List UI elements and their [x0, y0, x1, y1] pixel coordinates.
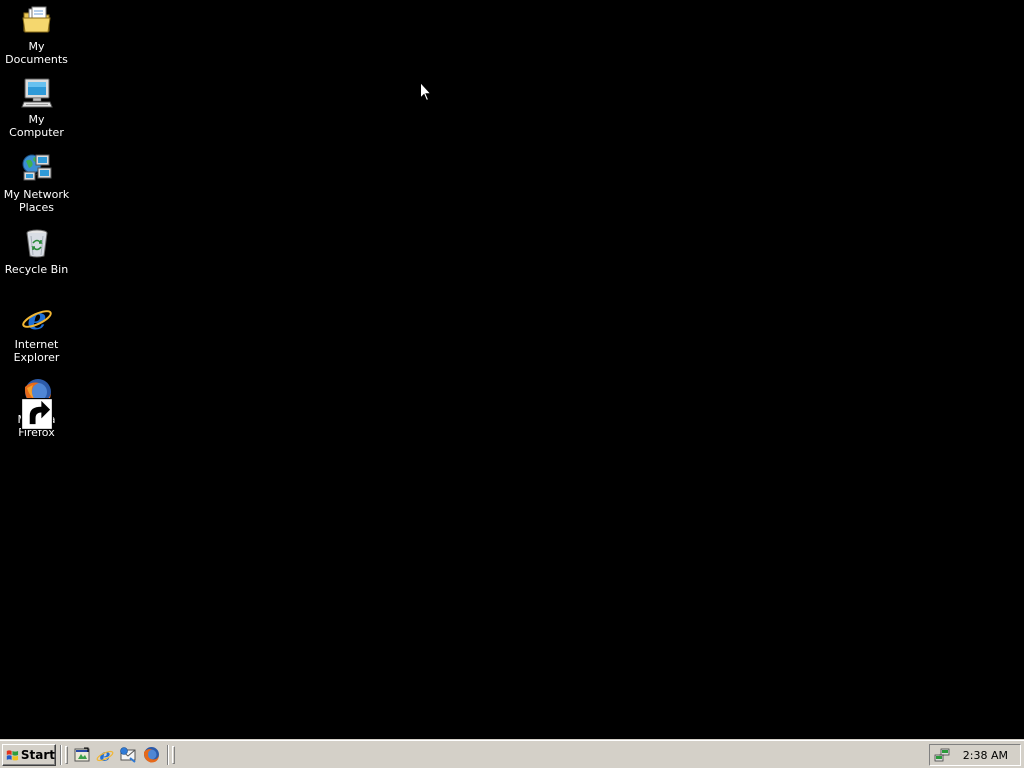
windows-logo-icon: [6, 750, 19, 761]
mouse-pointer-icon: [420, 82, 432, 102]
desktop-icon-my-computer[interactable]: My Computer: [0, 77, 73, 139]
desktop-icon-label: My Computer: [9, 113, 64, 139]
desktop-icon-label: Internet Explorer: [13, 338, 60, 364]
recycle-bin-icon: [21, 227, 53, 259]
network-places-icon: [21, 152, 53, 184]
desktop-icon-my-network-places[interactable]: My Network Places: [0, 152, 73, 214]
firefox-icon: [20, 377, 53, 430]
internet-explorer-icon: e: [96, 746, 114, 764]
show-desktop-icon: [74, 747, 90, 762]
desktop[interactable]: My Documents My Computer My Network Plac…: [0, 0, 1024, 740]
start-button[interactable]: Start: [2, 744, 56, 766]
desktop-icon-label: Recycle Bin: [4, 263, 69, 276]
quick-launch-show-desktop[interactable]: [73, 746, 91, 764]
clock[interactable]: 2:38 AM: [963, 749, 1008, 762]
folder-documents-icon: [21, 4, 53, 36]
quick-launch-grip[interactable]: [65, 746, 68, 764]
quick-launch-firefox[interactable]: [142, 746, 160, 764]
outlook-express-icon: [120, 747, 136, 763]
desktop-icon-internet-explorer[interactable]: e Internet Explorer: [0, 302, 73, 364]
taskbar: Start e 2:38 AM: [0, 739, 1024, 768]
task-area-grip[interactable]: [172, 746, 175, 764]
firefox-icon: [143, 747, 159, 763]
desktop-icon-my-documents[interactable]: My Documents: [0, 4, 73, 66]
quick-launch-internet-explorer[interactable]: e: [96, 746, 114, 764]
taskbar-separator: [60, 745, 62, 765]
start-button-label: Start: [20, 748, 55, 762]
desktop-icon-recycle-bin[interactable]: Recycle Bin: [0, 227, 73, 276]
desktop-icon-mozilla-firefox[interactable]: Mozilla Firefox: [0, 377, 73, 439]
internet-explorer-icon: e: [21, 302, 53, 334]
system-tray: 2:38 AM: [929, 744, 1021, 766]
quick-launch-outlook-express[interactable]: [119, 746, 137, 764]
desktop-icon-label: My Documents: [5, 40, 68, 66]
shortcut-arrow-icon: [20, 398, 53, 430]
network-connection-icon[interactable]: [934, 747, 950, 763]
desktop-icon-label: My Network Places: [3, 188, 70, 214]
taskbar-separator: [167, 745, 169, 765]
computer-icon: [20, 77, 53, 109]
